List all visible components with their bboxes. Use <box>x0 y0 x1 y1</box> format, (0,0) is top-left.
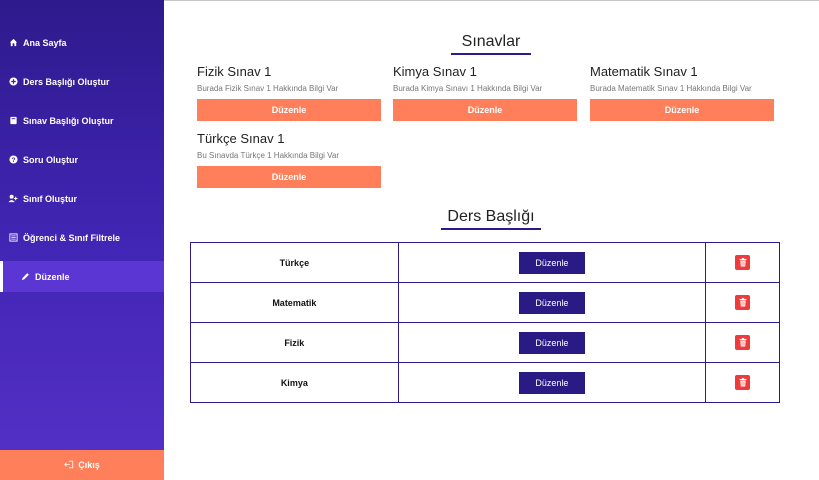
table-row: Türkçe Düzenle <box>190 242 780 283</box>
svg-text:?: ? <box>11 157 15 164</box>
courses-title-text: Ders Başlığı <box>447 208 535 225</box>
logout-button[interactable]: Çıkış <box>0 450 164 480</box>
sidebar-item-label: Soru Oluştur <box>23 154 79 165</box>
course-name: Kimya <box>190 362 399 403</box>
title-underline <box>451 53 531 55</box>
exams-title-text: Sınavlar <box>461 33 521 50</box>
edit-course-button[interactable]: Düzenle <box>518 371 585 394</box>
trash-icon <box>739 338 747 347</box>
home-icon <box>8 38 18 48</box>
trash-icon <box>739 298 747 307</box>
sidebar-item-label: Sınav Başlığı Oluştur <box>23 115 114 126</box>
list-icon <box>8 233 18 243</box>
pencil-icon <box>20 272 30 282</box>
question-circle-icon: ? <box>8 155 18 165</box>
edit-exam-button[interactable]: Düzenle <box>197 99 381 121</box>
exam-description: Burada Fizik Sınav 1 Hakkında Bilgi Var <box>197 84 339 93</box>
exam-name: Fizik Sınav 1 <box>197 64 272 79</box>
exam-card: Fizik Sınav 1 Burada Fizik Sınav 1 Hakkı… <box>197 64 381 121</box>
exam-name: Türkçe Sınav 1 <box>197 131 285 146</box>
sidebar-item-label: Düzenle <box>35 271 70 282</box>
table-row: Kimya Düzenle <box>190 362 780 403</box>
table-row: Matematik Düzenle <box>190 282 780 323</box>
sidebar-item-ders-basligi-olustur[interactable]: Ders Başlığı Oluştur <box>0 66 164 97</box>
sidebar-item-soru-olustur[interactable]: ? Soru Oluştur <box>0 144 164 175</box>
exam-card: Kimya Sınav 1 Burada Kimya Sınavı 1 Hakk… <box>393 64 577 121</box>
courses-table: Türkçe Düzenle Matematik Düzenle Fizik D… <box>190 242 780 403</box>
sidebar: Ana Sayfa Ders Başlığı Oluştur Sınav Baş… <box>0 0 164 480</box>
delete-button[interactable] <box>735 375 751 390</box>
exams-title: Sınavlar <box>451 33 531 55</box>
course-name: Fizik <box>190 322 399 363</box>
exam-description: Bu Sınavda Türkçe 1 Hakkında Bilgi Var <box>197 151 339 160</box>
course-name: Türkçe <box>190 242 399 283</box>
logout-icon <box>64 460 74 470</box>
exam-card: Türkçe Sınav 1 Bu Sınavda Türkçe 1 Hakkı… <box>197 131 381 188</box>
edit-exam-button[interactable]: Düzenle <box>393 99 577 121</box>
top-divider <box>164 0 819 1</box>
logout-label: Çıkış <box>78 460 100 470</box>
title-underline <box>441 228 541 230</box>
sidebar-item-label: Ders Başlığı Oluştur <box>23 76 110 87</box>
sidebar-item-label: Ana Sayfa <box>23 37 67 48</box>
exam-description: Burada Kimya Sınavı 1 Hakkında Bilgi Var <box>393 84 543 93</box>
trash-icon <box>739 258 747 267</box>
book-icon <box>8 116 18 126</box>
trash-icon <box>739 378 747 387</box>
delete-button[interactable] <box>735 335 751 350</box>
course-name: Matematik <box>190 282 399 323</box>
delete-button[interactable] <box>735 295 751 310</box>
exam-card: Matematik Sınav 1 Burada Matematik Sınav… <box>590 64 774 121</box>
exam-description: Burada Matematik Sınav 1 Hakkında Bilgi … <box>590 84 752 93</box>
user-plus-icon <box>8 194 18 204</box>
sidebar-item-label: Sınıf Oluştur <box>23 193 77 204</box>
sidebar-item-ogrenci-sinif-filtrele[interactable]: Öğrenci & Sınıf Filtrele <box>0 222 164 253</box>
sidebar-item-sinav-basligi-olustur[interactable]: Sınav Başlığı Oluştur <box>0 105 164 136</box>
sidebar-item-duzenle[interactable]: Düzenle <box>0 261 164 292</box>
edit-course-button[interactable]: Düzenle <box>518 331 585 354</box>
edit-course-button[interactable]: Düzenle <box>518 251 585 274</box>
edit-course-button[interactable]: Düzenle <box>518 291 585 314</box>
courses-title: Ders Başlığı <box>441 208 541 230</box>
sidebar-item-ana-sayfa[interactable]: Ana Sayfa <box>0 27 164 58</box>
edit-exam-button[interactable]: Düzenle <box>197 166 381 188</box>
exam-name: Matematik Sınav 1 <box>590 64 698 79</box>
sidebar-item-sinif-olustur[interactable]: Sınıf Oluştur <box>0 183 164 214</box>
sidebar-item-label: Öğrenci & Sınıf Filtrele <box>23 232 121 243</box>
delete-button[interactable] <box>735 255 751 270</box>
edit-exam-button[interactable]: Düzenle <box>590 99 774 121</box>
plus-circle-icon <box>8 77 18 87</box>
exam-name: Kimya Sınav 1 <box>393 64 477 79</box>
table-row: Fizik Düzenle <box>190 322 780 363</box>
